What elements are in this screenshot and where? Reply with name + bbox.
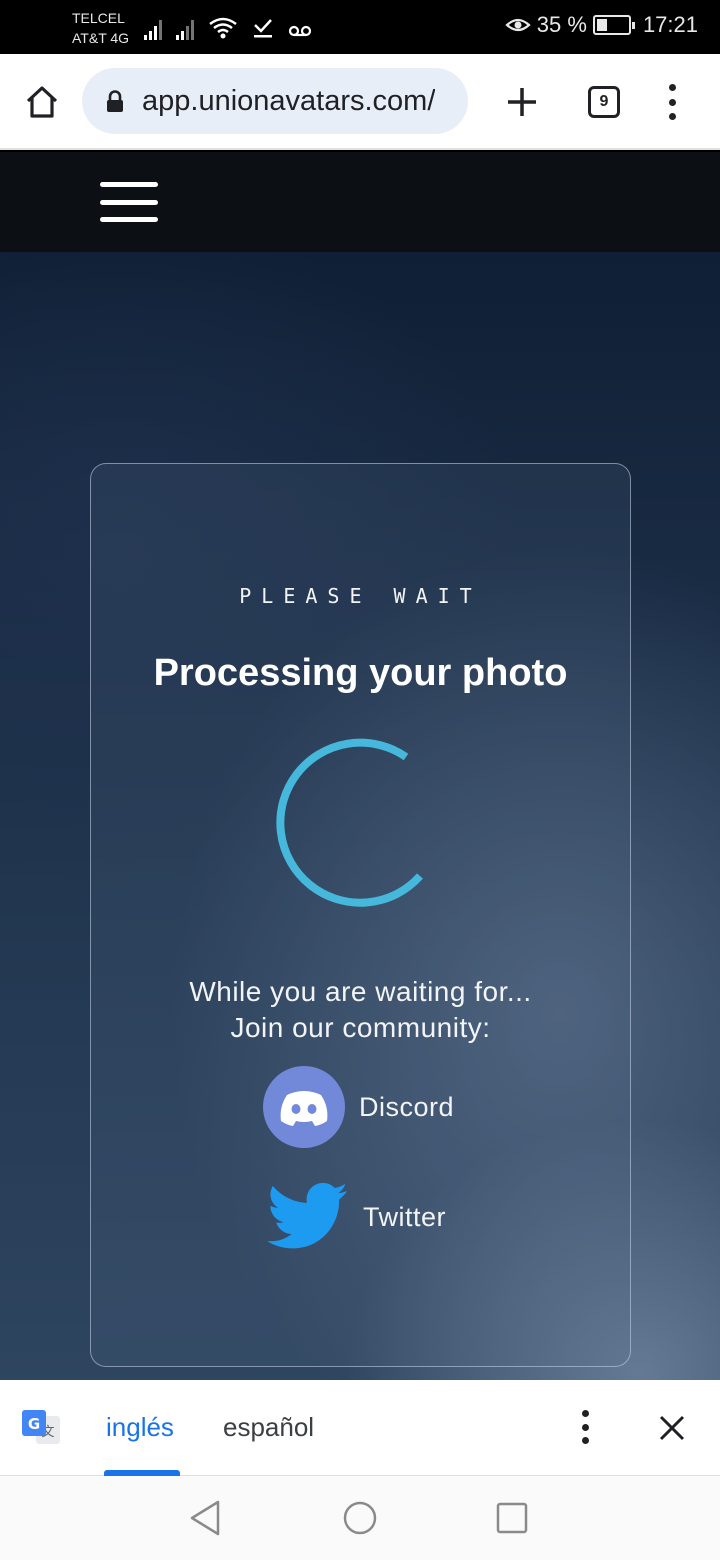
battery-percent: 35 %	[536, 12, 587, 37]
clock: 17:21	[642, 12, 698, 37]
community-message: While you are waiting for... Join our co…	[91, 974, 630, 1046]
new-tab-icon[interactable]	[504, 84, 540, 120]
status-icons	[144, 14, 312, 40]
carrier-name-1: TELCEL	[72, 10, 125, 26]
tab-spanish[interactable]: español	[223, 1412, 314, 1443]
recents-icon[interactable]	[492, 1498, 532, 1538]
translate-menu-icon[interactable]	[578, 1410, 592, 1444]
translate-bar: 文 G inglés español	[0, 1380, 720, 1476]
more-options-icon[interactable]	[662, 84, 682, 120]
wait-line-2: Join our community:	[230, 1012, 491, 1043]
home-nav-icon[interactable]	[340, 1498, 380, 1538]
discord-link[interactable]: Discord	[263, 1066, 454, 1148]
twitter-bird-icon[interactable]	[267, 1182, 349, 1252]
tab-count: 9	[599, 93, 609, 110]
battery-icon	[592, 15, 635, 35]
signal-icon-2	[176, 18, 194, 40]
google-translate-icon: 文 G	[22, 1410, 60, 1444]
eye-comfort-icon	[505, 18, 531, 32]
lock-icon	[107, 90, 123, 112]
close-icon[interactable]	[656, 1412, 688, 1444]
discord-icon[interactable]	[263, 1066, 345, 1148]
hamburger-menu-icon[interactable]	[100, 182, 158, 222]
status-right: 35 % 17:21	[505, 12, 698, 38]
carrier-name-2: AT&T 4G	[72, 30, 130, 46]
discord-label[interactable]: Discord	[359, 1092, 454, 1123]
twitter-label[interactable]: Twitter	[363, 1202, 446, 1233]
wait-line-1: While you are waiting for...	[189, 976, 532, 1007]
processing-card: PLEASE WAIT Processing your photo While …	[90, 463, 631, 1367]
home-icon[interactable]	[22, 82, 62, 122]
page-title: Processing your photo	[153, 652, 568, 694]
system-nav-bar	[0, 1476, 720, 1560]
svg-text:G: G	[28, 1415, 40, 1433]
back-icon[interactable]	[186, 1498, 226, 1538]
browser-toolbar: app.unionavatars.com/ 9	[0, 54, 720, 150]
download-done-icon	[254, 19, 272, 38]
signal-icon	[144, 18, 162, 40]
address-bar[interactable]: app.unionavatars.com/	[82, 68, 468, 134]
tab-english[interactable]: inglés	[106, 1412, 174, 1443]
twitter-link[interactable]: Twitter	[267, 1182, 446, 1252]
wifi-icon	[209, 17, 237, 39]
tab-switcher-button[interactable]: 9	[588, 86, 620, 118]
url-text[interactable]: app.unionavatars.com/	[142, 85, 435, 118]
carrier-info: TELCEL AT&T 4G	[72, 8, 129, 48]
site-header	[0, 152, 720, 252]
loading-spinner-icon	[276, 738, 423, 907]
voicemail-icon	[288, 25, 312, 37]
status-bar: TELCEL AT&T 4G 35 % 17:21	[0, 0, 720, 54]
please-wait-label: PLEASE WAIT	[239, 584, 482, 608]
